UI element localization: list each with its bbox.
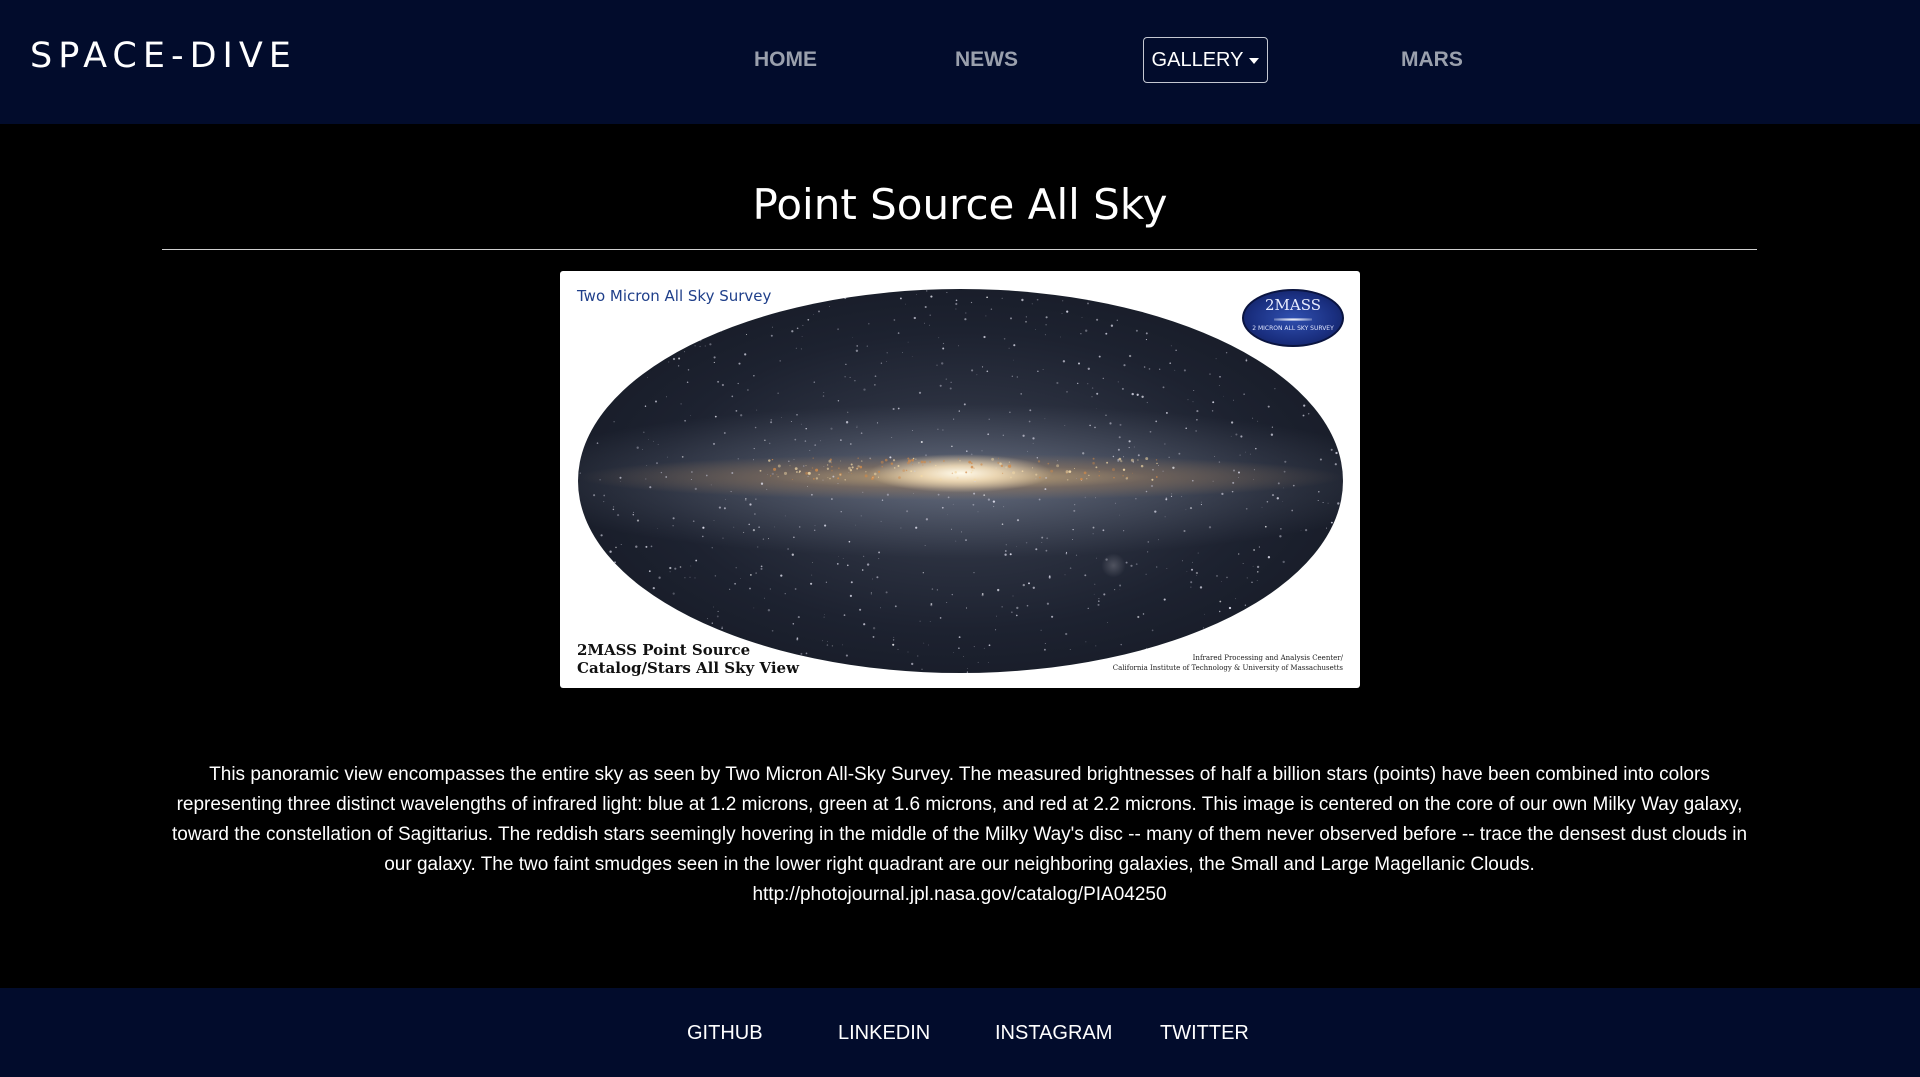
gallery-dropdown-button[interactable]: GALLERY [1143,37,1268,83]
description-text: This panoramic view encompasses the enti… [171,764,1748,875]
footer-twitter-link[interactable]: TWITTER [1160,1022,1249,1045]
logo-subtext: 2 MICRON ALL SKY SURVEY [1252,325,1334,332]
image-description: This panoramic view encompasses the enti… [162,760,1757,910]
logo-text: 2MASS [1264,296,1322,314]
footer: GITHUB LINKEDIN INSTAGRAM TWITTER [0,988,1920,1077]
nav-home-link[interactable]: HOME [754,48,817,72]
all-sky-ellipse [578,289,1343,673]
image-bottom-caption-line1: 2MASS Point Source [577,641,751,659]
footer-instagram-link[interactable]: INSTAGRAM [995,1022,1112,1045]
top-navbar: SPACE-DIVE HOME NEWS GALLERY MARS [0,0,1920,124]
image-top-caption: Two Micron All Sky Survey [577,287,772,305]
footer-github-link[interactable]: GITHUB [687,1022,763,1045]
image-credit: Infrared Processing and Analysis Ceenter… [1113,653,1343,673]
2mass-logo: 2MASS 2 MICRON ALL SKY SURVEY [1242,289,1344,347]
title-divider [162,249,1757,250]
starfield [578,289,1343,673]
source-link[interactable]: http://photojournal.jpl.nasa.gov/catalog… [162,880,1757,910]
brand-logo[interactable]: SPACE-DIVE [30,36,297,76]
sky-survey-image: Two Micron All Sky Survey 2MASS 2 MICRON… [560,271,1360,688]
nav-mars-link[interactable]: MARS [1401,48,1463,72]
image-credit-line1: Infrared Processing and Analysis Ceenter… [1192,654,1343,662]
gallery-label: GALLERY [1151,48,1244,71]
logo-star-icon [1274,318,1312,321]
nav-news-link[interactable]: NEWS [955,48,1018,72]
image-bottom-caption: 2MASS Point Source Catalog/Stars All Sky… [577,641,799,677]
footer-linkedin-link[interactable]: LINKEDIN [838,1022,930,1045]
image-credit-line2: California Institute of Technology & Uni… [1112,664,1343,672]
page-title: Point Source All Sky [752,180,1168,229]
image-bottom-caption-line2: Catalog/Stars All Sky View [577,659,799,677]
caret-down-icon [1249,58,1260,64]
